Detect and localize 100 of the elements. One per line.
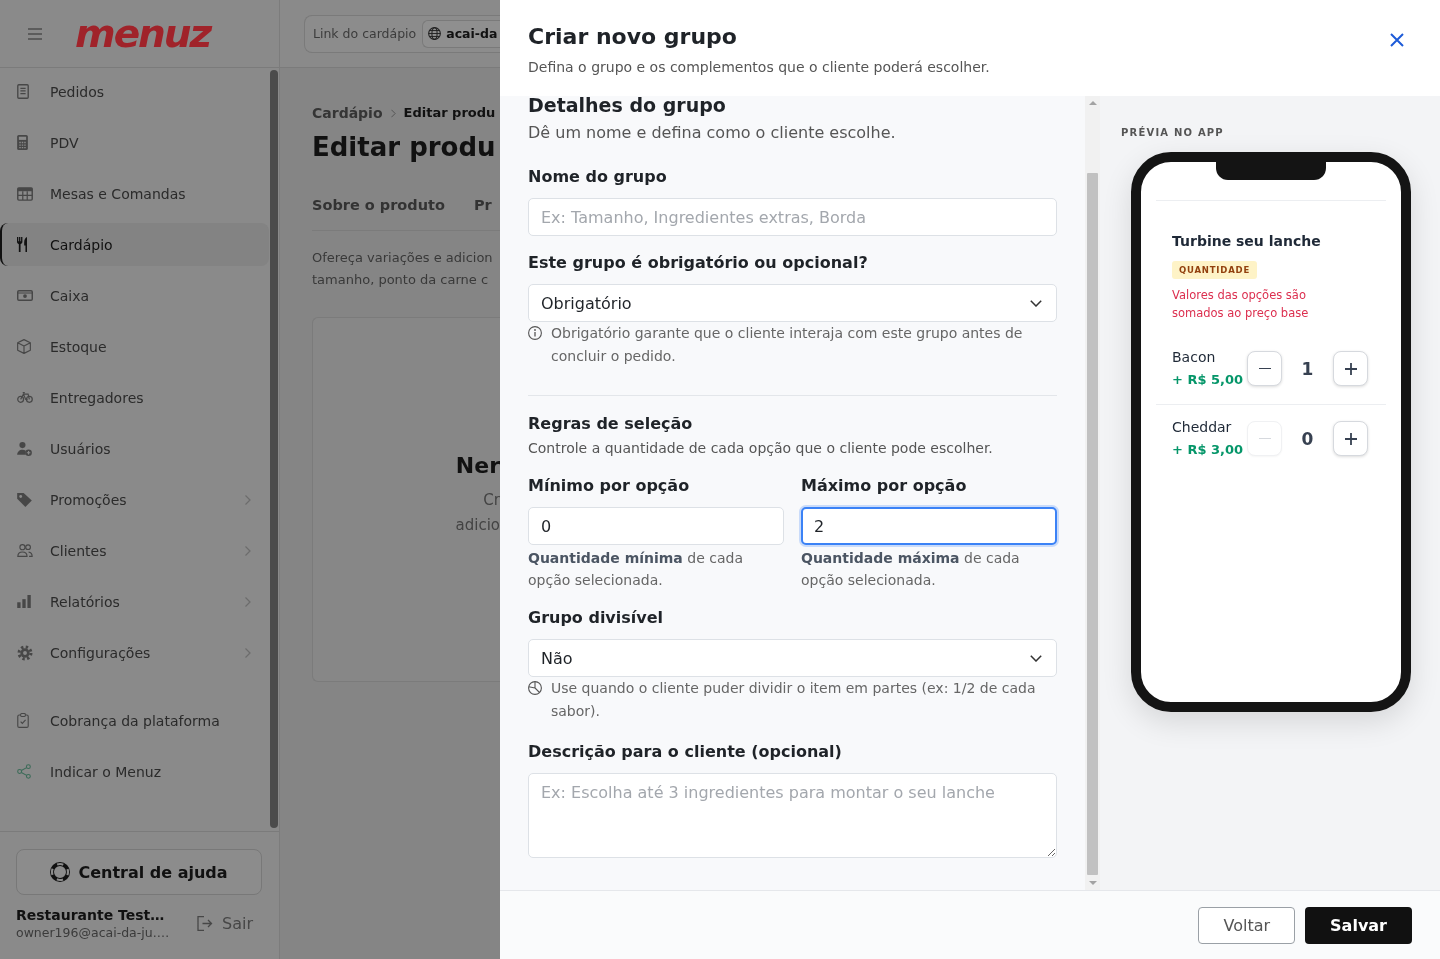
chevron-right-icon [245,545,251,556]
hint-text: Obrigatório garante que o cliente interaja com este grupo antes de concluir o pedido. [551,324,1024,366]
logout-icon [197,916,214,931]
group-title: Turbine seu lanche [1172,232,1321,251]
field-label: Máximo por opção [801,475,968,497]
share-icon [17,764,31,779]
empty-state-text: Cr [483,490,500,511]
text-area[interactable]: Ex: Escolha até 3 ingredientes para montar o seu lanche [528,773,1057,858]
chevron-right-icon [245,647,251,658]
breadcrumb-link[interactable]: Cardápio [312,104,383,122]
decrease-button[interactable] [1247,351,1282,386]
link-chip[interactable]: acai-da [422,19,500,48]
option-price: + R$ 3,00 [1172,441,1244,459]
clipboard-check-icon [17,713,29,728]
chevron-right-icon [390,108,396,118]
hint-text: Quantidade mínima de cada opção selecionada. [528,549,744,590]
option-name: Cheddar [1172,418,1232,436]
modal-title: Criar novo grupo [528,23,738,51]
preview-label: PRÉVIA NO APP [1121,126,1224,140]
description-text: Ofereça variações e adicion [312,249,494,267]
nav-item[interactable]: Estoque [0,325,269,368]
quantity-text: 0 [1300,428,1315,449]
increase-button[interactable] [1333,421,1368,456]
field-label: Nome do grupo [528,166,668,188]
user-add-icon [17,441,32,456]
calculator-icon [17,135,28,150]
nav-item[interactable]: Clientes [0,529,269,572]
field-label: Descrição para o cliente (opcional) [528,741,843,763]
chevron-right-icon [245,494,251,505]
close-icon[interactable] [1390,33,1404,47]
bar-chart-icon [17,595,31,608]
hint-text: Quantidade máxima de cada opção selecionada. [801,549,1021,590]
tab[interactable]: Sobre o produto [312,195,445,215]
section-subtitle: Controle a quantidade de cada opção que o cliente pode escolher. [528,439,994,458]
dropdown[interactable]: Não [528,639,1057,677]
chevron-right-icon [245,596,251,607]
globe-icon [428,27,442,40]
user-name: Restaurante Test… [16,906,166,924]
nav-item[interactable]: PDV [0,121,269,164]
back-button[interactable]: Voltar [1198,906,1296,944]
users-icon [17,544,33,557]
caret-down-icon[interactable] [1088,881,1097,885]
menu-icon[interactable] [28,27,42,40]
cube-icon [17,339,31,354]
scrollbar[interactable] [1085,96,1100,890]
nav-item[interactable]: Cardápio [0,223,269,266]
scrollbar[interactable] [270,70,278,828]
field-label: Link do cardápio [313,26,417,41]
tab[interactable]: Pr [473,195,492,215]
hint-text: Use quando o cliente puder dividir o item em partes (ex: 1/2 de cada sabor). [551,679,1037,721]
option-price: + R$ 5,00 [1172,371,1244,389]
section-title: Detalhes do grupo [528,96,727,114]
breadcrumb-current: Editar produ [403,104,496,122]
caret-up-icon[interactable] [1088,101,1097,105]
info-icon [528,326,542,340]
plus-icon [1344,362,1357,375]
document-icon [17,84,29,99]
help-button[interactable]: Central de ajuda [16,849,262,895]
logout-button[interactable]: Sair [197,914,253,933]
number-field[interactable]: 0 [528,507,784,545]
empty-state-title: Ner [455,452,500,480]
gear-icon [17,644,33,661]
nav-item[interactable]: Usuários [0,427,269,470]
logo: menuz [75,12,211,55]
dropdown[interactable]: Obrigatório [528,284,1057,322]
section-subtitle: Dê um nome e defina como o cliente escolhe. [528,122,897,144]
lifebuoy-icon [50,862,71,882]
pie-chart-icon [528,681,542,695]
nav-item[interactable]: Configurações [0,631,269,674]
empty-state-text: adicio [455,515,500,536]
cutlery-icon [17,237,27,252]
banknote-icon [17,290,33,301]
text-field[interactable]: Ex: Tamanho, Ingredientes extras, Borda [528,198,1057,236]
scrollbar-thumb[interactable] [1087,173,1098,875]
number-field[interactable]: 2 [801,507,1057,545]
nav-item[interactable]: Caixa [0,274,269,317]
plus-icon [1344,432,1357,445]
nav-item[interactable]: Promoções [0,478,269,521]
nav-item[interactable]: Relatórios [0,580,269,623]
modal-subtitle: Defina o grupo e os complementos que o cliente poderá escolher. [528,58,990,77]
table-icon [17,186,33,201]
nav-item[interactable]: Entregadores [0,376,269,419]
quantity-badge: QUANTIDADE [1172,261,1257,279]
save-button[interactable]: Salvar [1305,906,1412,944]
description-text: tamanho, ponto da carne c [312,271,490,289]
minus-icon [1258,437,1271,440]
tag-icon [17,492,32,507]
field-label: Este grupo é obrigatório ou opcional? [528,252,869,274]
bicycle-icon [17,392,33,403]
chevron-down-icon [1030,654,1042,662]
increase-button[interactable] [1333,351,1368,386]
nav-item[interactable]: Mesas e Comandas [0,172,269,215]
quantity-text: 1 [1300,358,1315,379]
section-title: Regras de seleção [528,413,694,435]
field-label: Mínimo por opção [528,475,691,497]
nav-item[interactable]: Pedidos [0,70,269,113]
nav-item[interactable]: Cobrança da plataforma [0,699,269,742]
option-name: Bacon [1172,348,1216,366]
chevron-down-icon [1030,299,1042,307]
nav-item[interactable]: Indicar o Menuz [0,750,269,793]
